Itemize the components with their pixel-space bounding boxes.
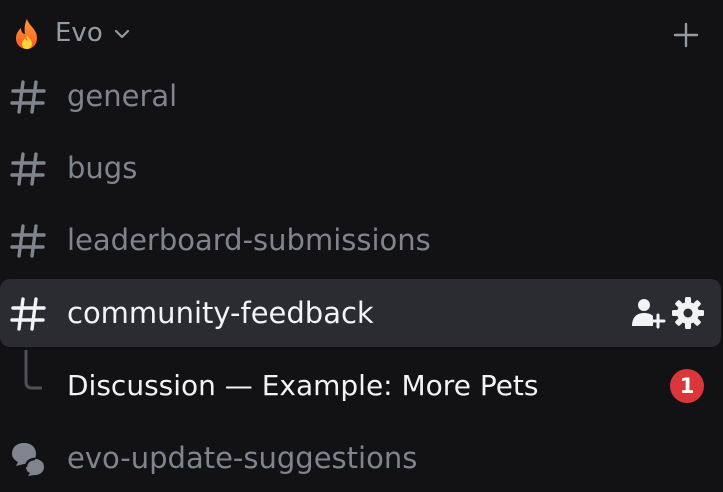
- category-header[interactable]: Evo: [0, 0, 723, 66]
- channel-label: bugs: [67, 151, 138, 185]
- thread-spine-icon: [20, 350, 44, 392]
- hash-icon: [8, 149, 48, 189]
- channel-actions: [630, 295, 706, 331]
- channel-evo-update-suggestions[interactable]: evo-update-suggestions: [0, 424, 721, 492]
- channel-label: general: [67, 79, 178, 113]
- settings-icon[interactable]: [670, 295, 706, 331]
- hash-icon: [8, 77, 48, 117]
- channel-label: evo-update-suggestions: [67, 441, 418, 475]
- thread-item[interactable]: Discussion — Example: More Pets: [0, 350, 721, 422]
- channel-label: leaderboard-submissions: [67, 223, 431, 257]
- channel-label: community-feedback: [67, 296, 374, 330]
- channel-bugs[interactable]: bugs: [0, 134, 721, 202]
- channel-leaderboard-submissions[interactable]: leaderboard-submissions: [0, 206, 721, 274]
- plus-icon[interactable]: [671, 20, 701, 50]
- hash-icon: [8, 294, 48, 334]
- hash-icon: [8, 221, 48, 261]
- unread-badge: 1: [670, 369, 704, 403]
- thread-label: Discussion — Example: More Pets: [67, 369, 539, 402]
- forum-icon: [8, 438, 48, 478]
- channel-community-feedback[interactable]: community-feedback: [0, 279, 721, 347]
- invite-icon[interactable]: [630, 295, 666, 331]
- server-name: Evo: [55, 18, 103, 48]
- flame-icon: [12, 17, 42, 51]
- chevron-down-icon: [113, 25, 131, 43]
- channel-general[interactable]: general: [0, 62, 721, 130]
